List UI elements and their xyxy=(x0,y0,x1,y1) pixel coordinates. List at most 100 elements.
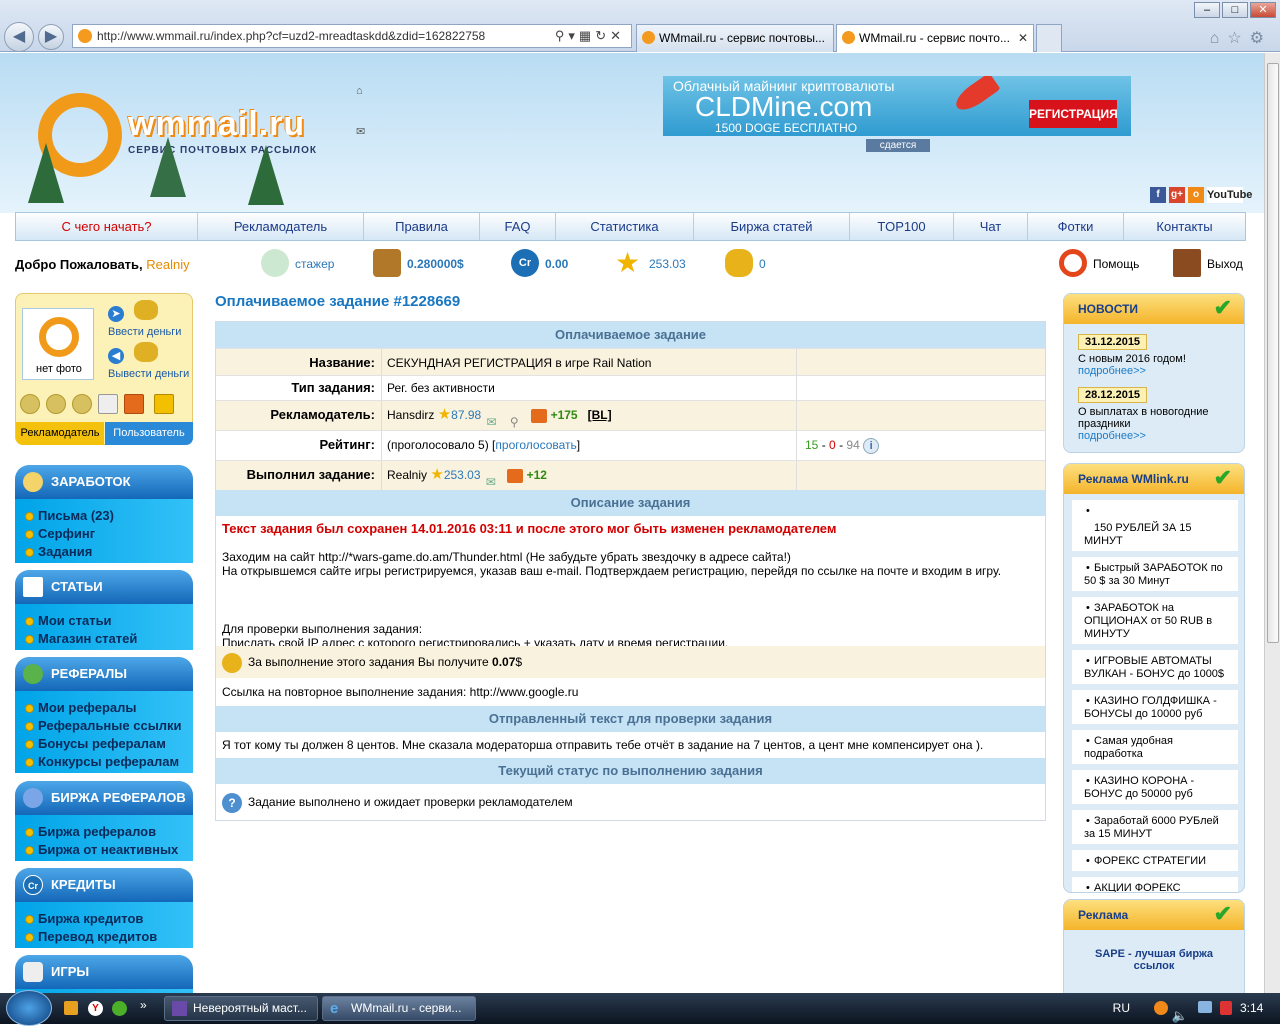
banner-rent-tag[interactable]: сдается xyxy=(866,139,930,152)
menu-statistics[interactable]: Статистика xyxy=(556,213,694,240)
chart-icon[interactable] xyxy=(154,394,174,414)
tab-2[interactable]: WMmail.ru - сервис почто... ✕ xyxy=(836,24,1034,52)
banner-register-button[interactable]: РЕГИСТРАЦИЯ xyxy=(1029,100,1118,128)
advertiser-name[interactable]: Hansdirz xyxy=(387,408,434,422)
scrollbar-thumb[interactable] xyxy=(1267,63,1279,643)
vertical-scrollbar[interactable] xyxy=(1264,53,1280,993)
ad-link[interactable]: ФОРЕКС СТРАТЕГИИ xyxy=(1084,855,1206,867)
ad-link[interactable]: АКЦИИ ФОРЕКС xyxy=(1084,882,1181,892)
google-plus-icon[interactable]: g+ xyxy=(1169,187,1185,203)
rating-stat[interactable]: ★ 253.03 xyxy=(615,249,695,279)
media-player-icon[interactable] xyxy=(64,1001,78,1015)
app-icon[interactable] xyxy=(112,1001,127,1016)
menu-rules[interactable]: Правила xyxy=(364,213,480,240)
section-articles[interactable]: СТАТЬИ xyxy=(15,570,193,604)
magnifier-icon[interactable]: ⚲ xyxy=(510,408,526,429)
vote-link[interactable]: проголосовать xyxy=(495,438,576,452)
sidebar-item-referral-contests[interactable]: Конкурсы рефералам xyxy=(25,753,193,771)
deposit-link[interactable]: Ввести деньги xyxy=(108,326,181,338)
send-mail-icon[interactable]: ✉ xyxy=(487,408,503,429)
menu-chat[interactable]: Чат xyxy=(954,213,1028,240)
menu-photos[interactable]: Фотки xyxy=(1028,213,1124,240)
network-icon[interactable] xyxy=(1198,1001,1212,1013)
language-indicator[interactable]: RU xyxy=(1113,993,1130,1024)
ad-link[interactable]: КАЗИНО КОРОНА - БОНУС до 50000 руб xyxy=(1084,775,1194,800)
done-user[interactable]: Realniy xyxy=(387,468,427,482)
username[interactable]: Realniy xyxy=(146,257,189,272)
chevron-right-icon[interactable]: » xyxy=(140,998,147,1012)
sidebar-item-referral-bonuses[interactable]: Бонусы рефералам xyxy=(25,735,193,753)
facebook-icon[interactable]: f xyxy=(1150,187,1166,203)
forward-button[interactable]: ▶ xyxy=(38,24,64,50)
info-icon[interactable]: i xyxy=(863,437,880,454)
section-earnings[interactable]: ЗАРАБОТОК xyxy=(15,465,193,499)
ad-banner[interactable]: Облачный майнинг криптовалюты CLDMine.co… xyxy=(663,76,1131,136)
ad-link[interactable]: Самая удобная подработка xyxy=(1084,735,1173,760)
ad-link[interactable]: Заработай 6000 РУБлей за 15 МИНУТ xyxy=(1084,815,1219,840)
sidebar-item-tasks[interactable]: Задания xyxy=(25,543,193,561)
new-tab-button[interactable] xyxy=(1036,24,1062,52)
repeat-link[interactable]: http://www.google.ru xyxy=(470,685,579,699)
ad-link[interactable]: 150 РУБЛЕЙ ЗА 15 МИНУТ xyxy=(1084,522,1192,547)
menu-top100[interactable]: TOP100 xyxy=(850,213,954,240)
news-more-link[interactable]: подробнее>> xyxy=(1078,365,1230,377)
menu-contacts[interactable]: Контакты xyxy=(1124,213,1245,240)
taskbar-item-browser[interactable]: e WMmail.ru - серви... xyxy=(322,996,476,1021)
section-referrals[interactable]: РЕФЕРАЛЫ xyxy=(15,657,193,691)
coins-stat[interactable]: 0 xyxy=(725,249,785,279)
section-games[interactable]: ИГРЫ xyxy=(15,955,193,989)
ad-link[interactable]: ИГРОВЫЕ АВТОМАТЫ ВУЛКАН - БОНУС до 1000$ xyxy=(1084,655,1224,680)
address-tools-icon[interactable]: ⚲▾▦↻✕ xyxy=(555,25,625,47)
menu-start[interactable]: С чего начать? xyxy=(16,213,198,240)
menu-advertiser[interactable]: Рекламодатель xyxy=(198,213,364,240)
maximize-button[interactable]: □ xyxy=(1222,2,1248,18)
tab-advertiser[interactable]: Рекламодатель xyxy=(16,422,104,445)
sidebar-item-referral-exchange[interactable]: Биржа рефералов xyxy=(25,823,193,841)
tray-icon[interactable] xyxy=(1154,1001,1168,1015)
settings-gear-icon[interactable]: ⚙ xyxy=(1250,30,1272,47)
sape-link[interactable]: SAPE - лучшая биржа ссылок xyxy=(1095,948,1213,972)
home-icon[interactable]: ⌂ xyxy=(356,85,363,97)
clock[interactable]: 3:14 xyxy=(1240,993,1274,1024)
box-icon[interactable] xyxy=(531,408,548,423)
notepad-icon[interactable] xyxy=(98,394,118,414)
help-link[interactable]: Помощь xyxy=(1059,249,1159,279)
blacklist-link[interactable]: [BL] xyxy=(588,408,612,422)
tab-1[interactable]: WMmail.ru - сервис почтовы... xyxy=(636,24,834,52)
ad-link[interactable]: Быстрый ЗАРАБОТОК по 50 $ за 30 Минут xyxy=(1084,562,1223,587)
ad-link[interactable]: ЗАРАБОТОК на ОПЦИОНАХ от 50 RUB в МИНУТУ xyxy=(1084,602,1212,640)
start-button[interactable] xyxy=(6,990,52,1026)
yandex-icon[interactable]: Y xyxy=(88,1001,103,1016)
mail-icon[interactable]: ✉ xyxy=(356,125,365,138)
section-credits[interactable]: Cr КРЕДИТЫ xyxy=(15,868,193,902)
sidebar-item-surfing[interactable]: Серфинг xyxy=(25,525,193,543)
ad-link[interactable]: КАЗИНО ГОЛДФИШКА - БОНУСЫ до 10000 руб xyxy=(1084,695,1217,720)
tab-user[interactable]: Пользователь xyxy=(105,422,193,445)
sidebar-item-article-shop[interactable]: Магазин статей xyxy=(25,630,193,648)
sidebar-item-referral-links[interactable]: Реферальные ссылки xyxy=(25,717,193,735)
site-logo[interactable]: wmmail.ru СЕРВИС ПОЧТОВЫХ РАССЫЛОК xyxy=(38,83,358,203)
news-more-link[interactable]: подробнее>> xyxy=(1078,430,1230,442)
status-stat[interactable]: стажер xyxy=(261,249,351,279)
credits-stat[interactable]: Cr 0.00 xyxy=(511,249,581,279)
minimize-button[interactable]: – xyxy=(1194,2,1220,18)
favorites-star-icon[interactable]: ☆ xyxy=(1227,30,1249,47)
withdraw-link[interactable]: Вывести деньги xyxy=(108,368,189,380)
back-button[interactable]: ◀ xyxy=(4,22,34,52)
security-icon[interactable] xyxy=(1220,1001,1232,1015)
menu-article-exchange[interactable]: Биржа статей xyxy=(694,213,850,240)
home-icon[interactable]: ⌂ xyxy=(1210,30,1228,47)
sidebar-item-credit-exchange[interactable]: Биржа кредитов xyxy=(25,910,193,928)
box-icon[interactable] xyxy=(507,468,524,483)
sidebar-item-my-referrals[interactable]: Мои рефералы xyxy=(25,699,193,717)
logout-link[interactable]: Выход xyxy=(1173,249,1253,279)
sidebar-item-my-articles[interactable]: Мои статьи xyxy=(25,612,193,630)
section-referral-exchange[interactable]: БИРЖА РЕФЕРАЛОВ xyxy=(15,781,193,815)
odnoklassniki-icon[interactable]: o xyxy=(1188,187,1204,203)
balance-stat[interactable]: 0.280000$ xyxy=(373,249,483,279)
volume-icon[interactable]: 🔈 xyxy=(1172,1000,1188,1031)
sidebar-item-inactive-exchange[interactable]: Биржа от неактивных xyxy=(25,841,193,859)
menu-faq[interactable]: FAQ xyxy=(480,213,556,240)
address-bar[interactable]: http://www.wmmail.ru/index.php?cf=uzd2-m… xyxy=(72,24,632,48)
send-mail-icon[interactable]: ✉ xyxy=(486,468,502,489)
